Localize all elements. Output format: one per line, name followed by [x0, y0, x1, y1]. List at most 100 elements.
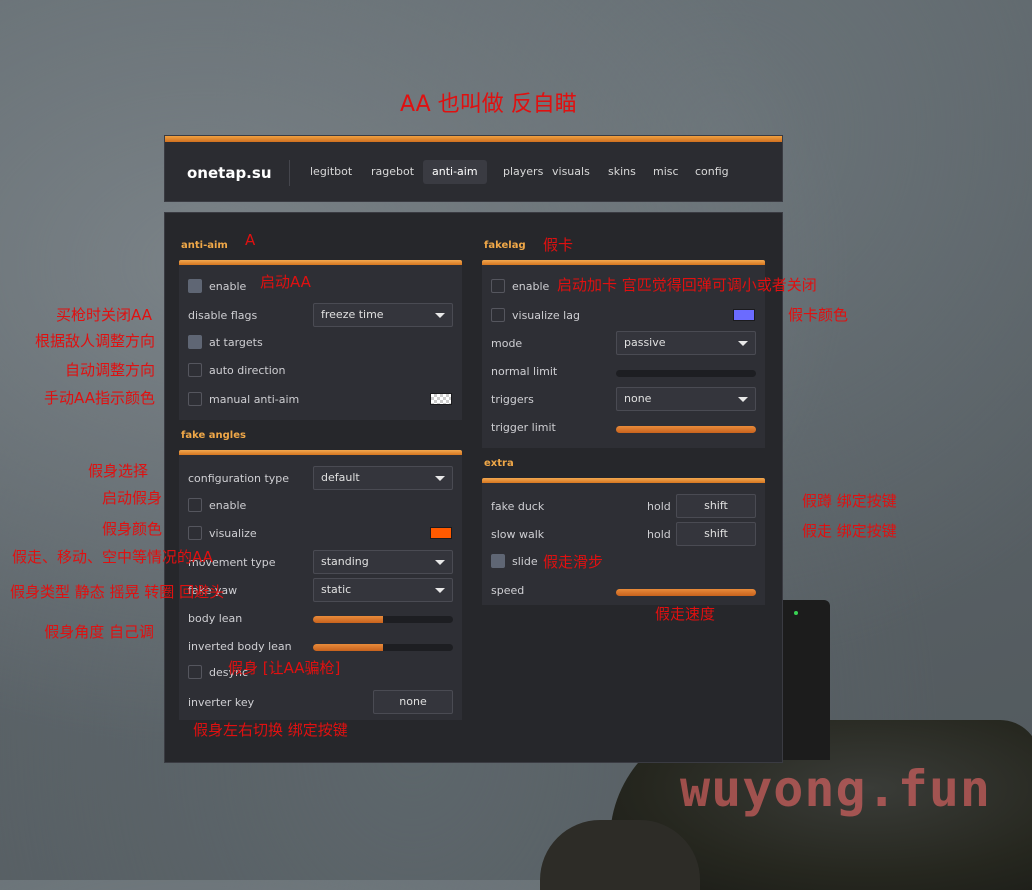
- annotation-fake-enable: 启动假身: [101, 489, 162, 507]
- movement-type-value: standing: [321, 555, 369, 568]
- visualize-lag-checkbox[interactable]: [491, 308, 505, 322]
- chevron-down-icon: [435, 560, 445, 565]
- manual-anti-aim-checkbox[interactable]: [188, 392, 202, 406]
- extra-title: extra: [484, 458, 514, 469]
- annotation-slow-walk: 假走 绑定按键: [802, 522, 897, 540]
- nav-separator: [289, 160, 290, 186]
- chevron-down-icon: [738, 341, 748, 346]
- annotation-a: A: [245, 231, 256, 249]
- fake-duck-mode: hold: [647, 500, 671, 513]
- annotation-at-targets: 根据敌人调整方向: [34, 332, 155, 350]
- annotation-desync: 假身 [让AA骗枪]: [228, 659, 341, 677]
- configuration-type-dropdown[interactable]: default: [313, 466, 453, 490]
- slow-walk-label: slow walk: [491, 528, 545, 541]
- trigger-limit-slider[interactable]: [616, 426, 756, 433]
- watermark: wuyong.fun: [680, 760, 992, 818]
- annotation-fake-select: 假身选择: [87, 462, 148, 480]
- annotation-inverter: 假身左右切换 绑定按键: [193, 721, 348, 739]
- inverted-body-lean-label: inverted body lean: [188, 640, 292, 653]
- chevron-down-icon: [435, 588, 445, 593]
- annotation-speed: 假走速度: [655, 605, 716, 623]
- body-lean-fill: [313, 616, 383, 623]
- chevron-down-icon: [435, 313, 445, 318]
- annotation-manual-color: 手动AA指示颜色: [44, 389, 155, 407]
- body-lean-label: body lean: [188, 612, 243, 625]
- manual-aa-color-picker[interactable]: [430, 393, 452, 405]
- normal-limit-label: normal limit: [491, 365, 558, 378]
- disable-flags-dropdown[interactable]: freeze time: [313, 303, 453, 327]
- fake-duck-label: fake duck: [491, 500, 545, 513]
- tab-misc[interactable]: misc: [644, 160, 688, 184]
- tab-legitbot[interactable]: legitbot: [301, 160, 361, 184]
- auto-direction-label: auto direction: [209, 364, 286, 377]
- fakelag-enable-checkbox[interactable]: [491, 279, 505, 293]
- configuration-type-label: configuration type: [188, 472, 290, 485]
- annotation-fakelag: 假卡: [543, 236, 574, 254]
- at-targets-label: at targets: [209, 336, 263, 349]
- desync-checkbox[interactable]: [188, 665, 202, 679]
- enable-label: enable: [209, 280, 247, 293]
- annotation-fakelag-enable: 启动加卡 官匹觉得回弹可调小或者关闭: [557, 276, 817, 294]
- enable-checkbox[interactable]: [188, 279, 202, 293]
- fake-enable-checkbox[interactable]: [188, 498, 202, 512]
- slide-label: slide: [512, 555, 538, 568]
- body-lean-slider[interactable]: [313, 616, 453, 623]
- chevron-down-icon: [435, 476, 445, 481]
- slow-walk-mode: hold: [647, 528, 671, 541]
- slow-walk-key-button[interactable]: shift: [676, 522, 756, 546]
- visualize-checkbox[interactable]: [188, 526, 202, 540]
- mode-label: mode: [491, 337, 523, 350]
- fake-enable-label: enable: [209, 499, 247, 512]
- visualize-lag-label: visualize lag: [512, 309, 580, 322]
- triggers-dropdown[interactable]: none: [616, 387, 756, 411]
- slide-checkbox[interactable]: [491, 554, 505, 568]
- annotation-freeze: 买枪时关闭AA: [56, 306, 152, 324]
- fake-yaw-dropdown[interactable]: static: [313, 578, 453, 602]
- annotation-lean: 假身角度 自己调: [44, 623, 154, 641]
- annotation-enable-aa: 启动AA: [260, 273, 311, 291]
- triggers-value: none: [624, 392, 652, 405]
- annotation-auto-dir: 自动调整方向: [64, 361, 155, 379]
- accent-bar: [165, 136, 782, 142]
- annotation-fakelag-color: 假卡颜色: [788, 306, 849, 324]
- manual-anti-aim-label: manual anti-aim: [209, 393, 300, 406]
- brand-logo: onetap.su: [187, 164, 272, 182]
- speed-slider[interactable]: [616, 589, 756, 596]
- triggers-label: triggers: [491, 393, 534, 406]
- fakelag-title: fakelag: [484, 240, 526, 251]
- fakelag-color-picker[interactable]: [733, 309, 755, 321]
- title-annotation: AA 也叫做 反自瞄: [400, 92, 577, 117]
- annotation-slide: 假走滑步: [543, 553, 604, 571]
- inverter-key-button[interactable]: none: [373, 690, 453, 714]
- normal-limit-slider[interactable]: [616, 370, 756, 377]
- annotation-fake-yaw: 假身类型 静态 摇晃 转圈 回避头: [10, 583, 225, 601]
- auto-direction-checkbox[interactable]: [188, 363, 202, 377]
- top-navigation-bar: onetap.su legitbot ragebot anti-aim play…: [164, 135, 783, 202]
- movement-type-dropdown[interactable]: standing: [313, 550, 453, 574]
- anti-aim-title: anti-aim: [181, 240, 228, 251]
- inverted-body-lean-fill: [313, 644, 383, 651]
- mode-value: passive: [624, 336, 666, 349]
- annotation-fake-duck: 假蹲 绑定按键: [802, 492, 897, 510]
- mode-dropdown[interactable]: passive: [616, 331, 756, 355]
- inverter-key-label: inverter key: [188, 696, 255, 709]
- fake-duck-key-button[interactable]: shift: [676, 494, 756, 518]
- disable-flags-value: freeze time: [321, 308, 384, 321]
- tab-ragebot[interactable]: ragebot: [362, 160, 423, 184]
- tab-skins[interactable]: skins: [599, 160, 645, 184]
- tab-config[interactable]: config: [686, 160, 738, 184]
- fake-yaw-value: static: [321, 583, 352, 596]
- tab-visuals[interactable]: visuals: [543, 160, 599, 184]
- at-targets-checkbox[interactable]: [188, 335, 202, 349]
- pistol-sight-dot: [794, 611, 798, 615]
- tab-anti-aim[interactable]: anti-aim: [423, 160, 487, 184]
- trigger-limit-label: trigger limit: [491, 421, 556, 434]
- annotation-movement: 假走、移动、空中等情况的AA: [12, 548, 213, 566]
- speed-label: speed: [491, 584, 525, 597]
- fake-angles-color-picker[interactable]: [430, 527, 452, 539]
- chevron-down-icon: [738, 397, 748, 402]
- configuration-type-value: default: [321, 471, 360, 484]
- inverted-body-lean-slider[interactable]: [313, 644, 453, 651]
- trigger-limit-fill: [616, 426, 756, 433]
- visualize-label: visualize: [209, 527, 257, 540]
